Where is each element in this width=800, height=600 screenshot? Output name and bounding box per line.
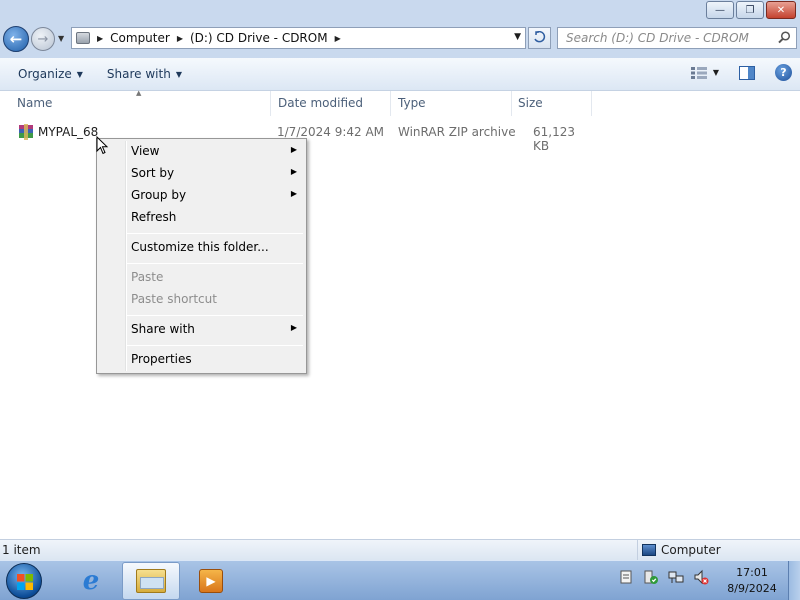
address-dropdown-icon[interactable]: ▼ xyxy=(514,32,521,42)
clock[interactable]: 17:01 8/9/2024 xyxy=(722,565,782,597)
taskbar-windows-explorer[interactable] xyxy=(122,562,180,600)
network-icon[interactable] xyxy=(668,569,684,585)
show-desktop-button[interactable] xyxy=(788,561,800,600)
organize-button[interactable]: Organize ▼ xyxy=(12,67,89,81)
computer-icon xyxy=(642,544,656,556)
menu-item-paste-shortcut: Paste shortcut xyxy=(131,292,217,306)
clock-date: 8/9/2024 xyxy=(727,582,777,595)
menu-item-properties[interactable]: Properties xyxy=(131,352,192,366)
start-button[interactable] xyxy=(6,563,42,599)
status-location: Computer xyxy=(637,540,721,560)
menu-item-label: View xyxy=(131,144,160,158)
file-size: 61,123 KB xyxy=(533,125,575,153)
recent-pages-dropdown-icon[interactable]: ▼ xyxy=(58,34,64,43)
refresh-icon xyxy=(533,31,545,43)
column-header-date-modified[interactable]: Date modified xyxy=(272,91,391,116)
file-type: WinRAR ZIP archive xyxy=(398,125,516,139)
forward-button[interactable]: → xyxy=(31,27,55,51)
menu-item-label: Group by xyxy=(131,188,187,202)
volume-muted-icon[interactable] xyxy=(693,569,709,585)
search-icon[interactable] xyxy=(778,31,791,44)
context-menu: View ▶ Sort by ▶ Group by ▶ Refresh Cust… xyxy=(96,138,307,374)
column-header-type[interactable]: Type xyxy=(392,91,512,116)
menu-item-view[interactable]: View xyxy=(131,144,159,158)
internet-explorer-icon: e xyxy=(82,566,100,596)
navigation-bar: ← → ▼ ▶ Computer ▶ (D:) CD Drive - CDROM… xyxy=(0,22,800,58)
file-name[interactable]: MYPAL_68 xyxy=(38,125,98,139)
toolbar-right-group: ▼ ? xyxy=(690,64,792,81)
breadcrumb-arrow-icon[interactable]: ▶ xyxy=(335,34,341,43)
share-with-label: Share with xyxy=(106,67,171,81)
file-date-modified: 1/7/2024 9:42 AM xyxy=(277,125,385,139)
menu-item-label: Paste shortcut xyxy=(131,292,217,306)
media-player-icon: ▶ xyxy=(199,569,223,593)
breadcrumb-arrow-icon[interactable]: ▶ xyxy=(97,34,103,43)
winrar-archive-icon xyxy=(19,124,33,140)
breadcrumb-cd-drive[interactable]: (D:) CD Drive - CDROM xyxy=(190,31,328,45)
submenu-arrow-icon: ▶ xyxy=(290,189,297,198)
folder-icon xyxy=(136,569,166,593)
column-header-name[interactable]: Name xyxy=(11,91,271,116)
submenu-arrow-icon: ▶ xyxy=(290,145,297,154)
menu-item-label: Paste xyxy=(131,270,164,284)
window-title-bar: — ❐ ✕ xyxy=(0,0,800,22)
share-with-button[interactable]: Share with ▼ xyxy=(101,67,188,81)
windows-logo-icon xyxy=(17,574,33,590)
refresh-button[interactable] xyxy=(528,27,551,49)
notes-icon[interactable] xyxy=(618,569,634,585)
chevron-down-icon: ▼ xyxy=(175,69,182,79)
chevron-down-icon: ▼ xyxy=(76,69,83,79)
back-button[interactable]: ← xyxy=(3,26,29,52)
status-location-label: Computer xyxy=(661,543,721,557)
change-view-icon[interactable] xyxy=(690,66,707,79)
breadcrumb-computer[interactable]: Computer xyxy=(110,31,170,45)
submenu-arrow-icon: ▶ xyxy=(290,323,297,332)
taskbar: e ▶ 17:01 8/9/2024 xyxy=(0,560,800,600)
window-controls: — ❐ ✕ xyxy=(704,1,796,19)
column-header-size[interactable]: Size xyxy=(512,91,592,116)
menu-item-group-by[interactable]: Group by xyxy=(131,188,186,202)
action-center-icon[interactable] xyxy=(643,569,659,585)
taskbar-internet-explorer[interactable]: e xyxy=(62,562,120,600)
menu-item-label: Sort by xyxy=(131,166,175,180)
menu-item-label: Refresh xyxy=(131,210,177,224)
menu-item-label: Properties xyxy=(131,352,192,366)
menu-item-paste: Paste xyxy=(131,270,163,284)
item-count: 1 item xyxy=(2,543,41,557)
menu-item-customize-folder[interactable]: Customize this folder... xyxy=(131,240,269,254)
menu-item-share-with[interactable]: Share with xyxy=(131,322,195,336)
menu-item-label: Share with xyxy=(131,322,195,336)
search-placeholder: Search (D:) CD Drive - CDROM xyxy=(566,31,749,45)
organize-label: Organize xyxy=(18,67,72,81)
preview-pane-icon[interactable] xyxy=(739,65,755,80)
command-bar: Organize ▼ Share with ▼ ▼ ? xyxy=(0,58,800,91)
mouse-pointer-icon xyxy=(96,136,109,155)
menu-separator xyxy=(127,345,303,346)
system-tray xyxy=(618,569,718,585)
menu-item-label: Customize this folder... xyxy=(131,240,269,254)
close-button[interactable]: ✕ xyxy=(766,1,796,19)
cd-drive-icon xyxy=(76,32,90,44)
taskbar-media-player[interactable]: ▶ xyxy=(182,562,240,600)
search-input[interactable]: Search (D:) CD Drive - CDROM xyxy=(557,27,797,49)
menu-separator xyxy=(127,315,303,316)
menu-item-sort-by[interactable]: Sort by xyxy=(131,166,174,180)
submenu-arrow-icon: ▶ xyxy=(290,167,297,176)
clock-time: 17:01 xyxy=(736,566,768,579)
status-bar: 1 item Computer xyxy=(0,539,800,560)
maximize-button[interactable]: ❐ xyxy=(736,1,764,19)
menu-item-refresh[interactable]: Refresh xyxy=(131,210,176,224)
menu-separator xyxy=(127,263,303,264)
column-headers: ▲ Name Date modified Type Size xyxy=(0,89,800,116)
views-dropdown-icon[interactable]: ▼ xyxy=(713,68,719,77)
help-icon[interactable]: ? xyxy=(775,64,792,81)
minimize-button[interactable]: — xyxy=(706,1,734,19)
menu-separator xyxy=(127,233,303,234)
breadcrumb-arrow-icon[interactable]: ▶ xyxy=(177,34,183,43)
address-bar[interactable]: ▶ Computer ▶ (D:) CD Drive - CDROM ▶ ▼ xyxy=(71,27,526,49)
